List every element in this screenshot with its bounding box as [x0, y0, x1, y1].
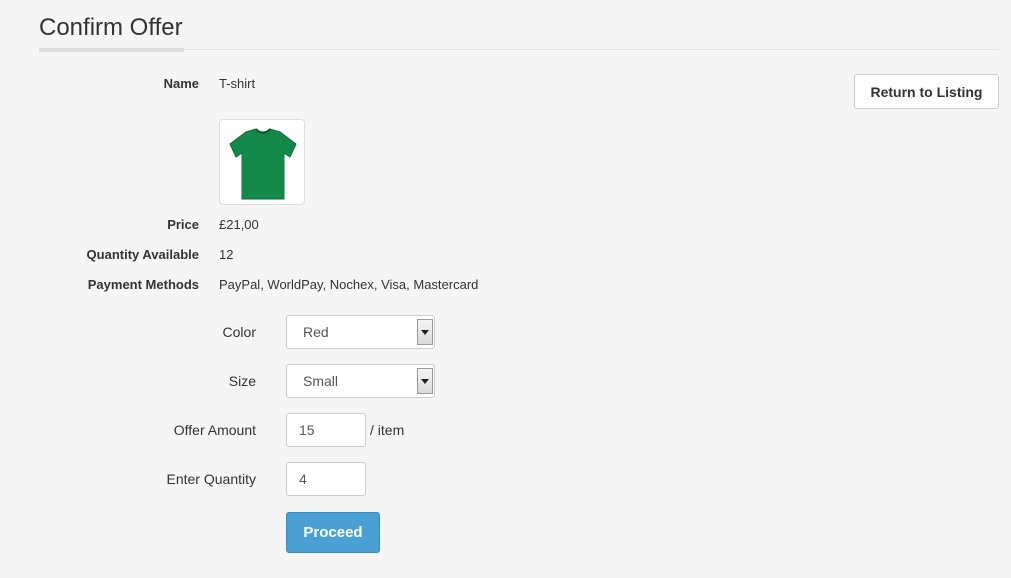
quantity-input[interactable]: [286, 462, 366, 496]
proceed-button[interactable]: Proceed: [286, 512, 380, 553]
offer-unit: / item: [370, 422, 405, 438]
chevron-down-icon[interactable]: [417, 319, 433, 345]
payment-methods-value: PayPal, WorldPay, Nochex, Visa, Masterca…: [219, 277, 479, 292]
size-label: Size: [228, 373, 256, 389]
size-selected-value: Small: [303, 373, 339, 389]
offer-amount-label: Offer Amount: [173, 422, 256, 438]
product-name: T-shirt: [219, 76, 256, 91]
price-label: Price: [167, 217, 199, 232]
enter-quantity-label: Enter Quantity: [166, 471, 257, 487]
color-label: Color: [222, 324, 256, 340]
color-selected-value: Red: [303, 324, 329, 340]
tshirt-image-icon: [229, 128, 297, 200]
chevron-down-icon[interactable]: [417, 368, 433, 394]
title-underline-accent: [39, 48, 184, 52]
name-label: Name: [163, 76, 199, 91]
price-value: £21,00: [219, 217, 259, 232]
offer-amount-input[interactable]: [286, 413, 366, 447]
quantity-available-label: Quantity Available: [86, 247, 199, 262]
page-title: Confirm Offer: [39, 14, 183, 41]
return-to-listing-button[interactable]: Return to Listing: [854, 74, 999, 109]
payment-methods-label: Payment Methods: [87, 277, 199, 292]
size-select[interactable]: Small: [286, 364, 435, 398]
color-select[interactable]: Red: [286, 315, 435, 349]
quantity-available-value: 12: [219, 247, 234, 262]
product-thumbnail[interactable]: [219, 119, 305, 205]
